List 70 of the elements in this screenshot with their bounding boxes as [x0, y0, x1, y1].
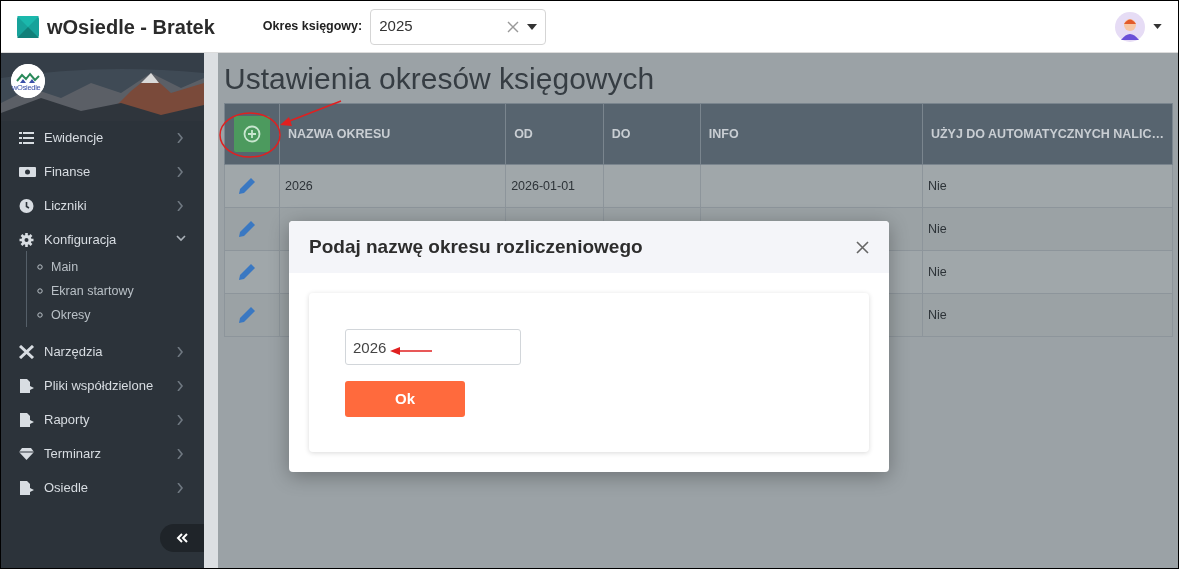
submenu-item[interactable]: Main [27, 255, 204, 279]
caret-icon [1153, 24, 1162, 29]
edit-button[interactable] [237, 262, 257, 282]
pencil-icon [237, 262, 257, 282]
avatar-icon[interactable] [1115, 11, 1145, 42]
chevron-right-icon [176, 167, 186, 177]
chevron-right-icon [176, 415, 186, 425]
file-arrow-icon [19, 481, 36, 495]
list-icon [19, 131, 36, 145]
file-arrow-icon [19, 413, 36, 427]
collapse-sidebar-button[interactable] [160, 524, 204, 552]
table-cell: 2026-01-01 [511, 178, 576, 193]
chevron-right-icon [176, 201, 186, 211]
add-button[interactable] [234, 116, 270, 152]
app-title: wOsiedle - Bratek [47, 14, 215, 40]
table-cell: Nie [927, 307, 947, 322]
chevron-right-icon [176, 483, 186, 493]
bullet-icon [37, 312, 43, 318]
table-cell: 2026 [285, 178, 313, 193]
column-header[interactable]: OD [505, 103, 604, 165]
close-icon [856, 241, 869, 255]
annotation-arrow [390, 347, 433, 355]
chevron-right-icon [176, 347, 186, 357]
caret-icon [527, 23, 538, 30]
submenu-item[interactable]: Ekran startowy [27, 279, 204, 303]
menu-item[interactable]: Raporty [1, 403, 204, 437]
menu-item[interactable]: Liczniki [1, 189, 204, 223]
period-name-field[interactable]: 2026 [345, 329, 521, 365]
bullet-icon [37, 288, 43, 294]
annotation-arrow [280, 100, 342, 126]
file-arrow-icon [19, 379, 36, 393]
plus-circle-icon [243, 125, 261, 143]
table-cell: Nie [927, 264, 947, 279]
menu-item[interactable]: Osiedle [1, 471, 204, 505]
double-chevron-icon [176, 533, 188, 543]
bullet-icon [37, 264, 43, 270]
edit-button[interactable] [237, 305, 257, 325]
column-header[interactable]: DO [603, 103, 701, 165]
edit-button[interactable] [237, 219, 257, 239]
table-cell: Nie [927, 221, 947, 236]
table-cell: Nie [927, 178, 947, 193]
annotation-circle [219, 112, 281, 158]
chevron-right-icon [176, 133, 186, 143]
gear-icon [19, 233, 36, 247]
pencil-icon [237, 219, 257, 239]
edit-button[interactable] [237, 176, 257, 196]
chevron-right-icon [176, 449, 186, 459]
dialog-title: Podaj nazwę okresu rozliczeniowego [309, 234, 643, 259]
chevron-right-icon [176, 381, 186, 391]
tools-icon [19, 345, 36, 359]
period-label: Okres księgowy: [262, 18, 363, 36]
page-title: Ustawienia okresów księgowych [224, 61, 656, 97]
pencil-icon [237, 176, 257, 196]
menu-item[interactable]: Konfiguracja [1, 223, 204, 257]
clear-icon [507, 20, 520, 33]
menu-item[interactable]: Terminarz [1, 437, 204, 471]
column-header[interactable]: INFO [700, 103, 923, 165]
menu-item[interactable]: Finanse [1, 155, 204, 189]
menu-item[interactable]: Pliki współdzielone [1, 369, 204, 403]
column-header[interactable]: UŻYJ DO AUTOMATYCZNYCH NALIC… [922, 103, 1173, 165]
pencil-icon [237, 305, 257, 325]
menu-item[interactable]: Ewidencje [1, 121, 204, 155]
submenu-item[interactable]: Okresy [27, 303, 204, 327]
period-select[interactable]: 2025 [370, 8, 547, 45]
diamond-icon [19, 447, 36, 461]
clock-icon [19, 199, 36, 213]
banknote-icon [19, 165, 36, 179]
logo-icon [17, 15, 39, 38]
menu-item[interactable]: Narzędzia [1, 335, 204, 369]
column-header[interactable]: NAZWA OKRESU [279, 103, 506, 165]
